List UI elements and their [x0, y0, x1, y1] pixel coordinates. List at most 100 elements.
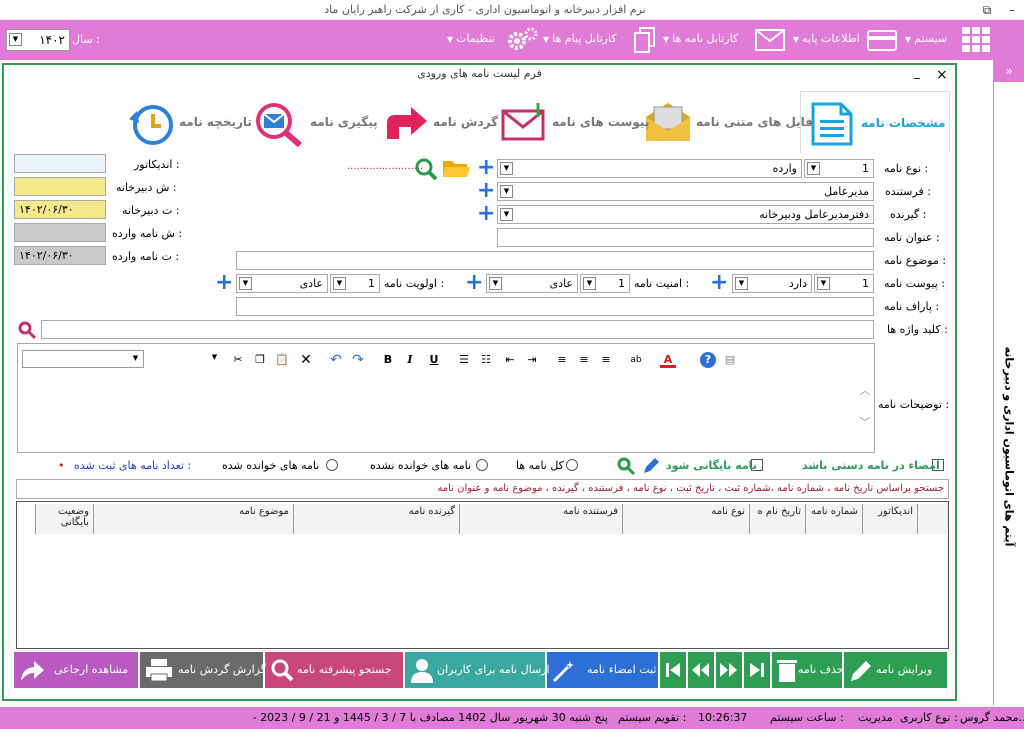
- sidebar-toggle[interactable]: »: [994, 60, 1024, 82]
- add-receiver-button[interactable]: +: [477, 203, 495, 225]
- indicator-input[interactable]: [14, 154, 106, 173]
- copy-doc-icon[interactable]: ❐: [252, 352, 268, 368]
- tab-attachments[interactable]: پیوست های نامه: [500, 95, 650, 151]
- bold-icon[interactable]: B: [380, 352, 396, 368]
- paste-icon[interactable]: 📋: [274, 352, 290, 368]
- priority-code[interactable]: ▼ 1: [330, 274, 380, 293]
- align-right-icon[interactable]: ≡: [598, 352, 614, 368]
- grid-header-letter-date[interactable]: تاریخ نام ه: [749, 504, 805, 534]
- description-editor[interactable]: ▼ ▼ ✂ ❐ 📋 ✕ ↶ ↷ B I U ☰ ☷ ⇤ ⇥ ≡ ≡ ≡ ab A…: [17, 343, 875, 453]
- letter-type-select[interactable]: ▼ وارده: [497, 159, 802, 178]
- outdent-icon[interactable]: ⇥: [524, 352, 540, 368]
- delete-icon[interactable]: ✕: [298, 352, 314, 368]
- tab-text-files[interactable]: فایل های متنی نامه: [644, 95, 813, 151]
- view-referral-button[interactable]: مشاهده ارجاعی: [14, 652, 138, 688]
- secretariat-date-input[interactable]: ۱۴۰۲/۰۶/۳۰: [14, 200, 106, 219]
- printer-icon: [146, 659, 172, 682]
- read-letters-radio[interactable]: [326, 459, 338, 471]
- unread-letters-radio[interactable]: [476, 459, 488, 471]
- next-record-button[interactable]: [716, 652, 742, 688]
- highlight-icon[interactable]: ab: [628, 352, 644, 368]
- align-center-icon[interactable]: ≡: [576, 352, 592, 368]
- secretariat-no-input[interactable]: [14, 177, 106, 196]
- circulation-report-button[interactable]: گزارش گردش نامه: [140, 652, 266, 688]
- tab-circulation[interactable]: گردش نامه: [381, 95, 501, 151]
- grid-menu-icon[interactable]: [960, 26, 992, 54]
- incoming-date-input[interactable]: ۱۴۰۲/۰۶/۳۰: [14, 246, 106, 265]
- status-calendar: پنج شنبه 30 شهریور سال 1402 مصادف با 7 /…: [252, 711, 608, 724]
- grid-header-archive-status[interactable]: وضعیت بایگانی: [35, 504, 93, 534]
- grid-header-receiver[interactable]: گیرنده نامه: [293, 504, 459, 534]
- grid-header-select: [917, 504, 948, 534]
- align-left-icon[interactable]: ≡: [554, 352, 570, 368]
- help-icon[interactable]: ?: [700, 352, 716, 368]
- editor-scrollbar[interactable]: ︿ ﹀: [856, 374, 874, 452]
- sign-letter-button[interactable]: ثبت امضاء نامه: [547, 652, 658, 688]
- form-minimize-button[interactable]: _: [914, 65, 920, 79]
- history-clock-icon: [129, 105, 173, 145]
- title-input[interactable]: [497, 228, 874, 247]
- incoming-no-input[interactable]: [14, 223, 106, 242]
- letter-type-code[interactable]: ▼ 1: [804, 159, 874, 178]
- advanced-search-button[interactable]: جستجو پیشرفته نامه: [265, 652, 403, 688]
- bullet-list-icon[interactable]: ☷: [478, 352, 494, 368]
- numbered-list-icon[interactable]: ☰: [456, 352, 472, 368]
- priority-select[interactable]: ▼ عادی: [236, 274, 328, 293]
- font-color-icon[interactable]: A: [660, 352, 676, 368]
- add-sender-button[interactable]: +: [477, 180, 495, 202]
- edit-pen-icon[interactable]: [641, 456, 661, 476]
- indent-icon[interactable]: ⇤: [502, 352, 518, 368]
- keywords-search-icon[interactable]: [17, 320, 37, 340]
- all-letters-radio[interactable]: [566, 459, 578, 471]
- font-select[interactable]: ▼: [22, 350, 144, 368]
- receiver-select[interactable]: ▼ دفترمدیرعامل ودبیرخانه: [497, 205, 874, 224]
- restore-button[interactable]: ⧉: [975, 1, 999, 19]
- add-priority-button[interactable]: +: [215, 272, 233, 294]
- grid-header-sender[interactable]: فرستنده نامه: [459, 504, 622, 534]
- previous-record-button[interactable]: [688, 652, 714, 688]
- form-close-button[interactable]: ×: [936, 67, 948, 83]
- add-attachment-button[interactable]: +: [710, 272, 728, 294]
- grid-header-letter-type[interactable]: نوع نامه: [622, 504, 749, 534]
- redo-icon[interactable]: ↷: [350, 352, 366, 368]
- last-record-button[interactable]: [744, 652, 770, 688]
- tab-specs[interactable]: مشخصات نامه: [800, 91, 950, 153]
- undo-icon[interactable]: ↶: [328, 352, 344, 368]
- attachment-select[interactable]: ▼ دارد: [732, 274, 812, 293]
- security-select[interactable]: ▼ عادی: [486, 274, 578, 293]
- pencil-icon: [851, 661, 871, 681]
- menu-settings[interactable]: ▼ تنظیمات: [444, 32, 495, 48]
- menu-system[interactable]: ▼ سیستم: [902, 32, 947, 48]
- attachment-code[interactable]: ▼ 1: [814, 274, 874, 293]
- size-select[interactable]: ▼: [146, 350, 221, 368]
- underline-icon[interactable]: U: [426, 352, 442, 368]
- letters-grid[interactable]: اندیکاتور شماره نامه تاریخ نام ه نوع نام…: [16, 501, 949, 649]
- send-to-users-button[interactable]: ارسال نامه برای کاربران: [405, 652, 550, 688]
- grid-search-icon[interactable]: [616, 456, 636, 476]
- grid-header-indicator[interactable]: اندیکاتور: [862, 504, 917, 534]
- minimize-button[interactable]: –: [1000, 1, 1024, 19]
- keywords-input[interactable]: [41, 320, 874, 339]
- subject-input[interactable]: [236, 251, 874, 270]
- paraf-input[interactable]: [236, 297, 874, 316]
- italic-icon[interactable]: I: [402, 352, 418, 368]
- delete-letter-button[interactable]: حذف نامه: [772, 652, 844, 688]
- tab-history[interactable]: تاریخچه نامه: [127, 95, 252, 151]
- source-icon[interactable]: ▤: [722, 352, 738, 368]
- menu-letter-cardex[interactable]: ▼ کارتابل نامه ها: [660, 32, 738, 48]
- security-code[interactable]: ▼ 1: [580, 274, 630, 293]
- add-letter-type-button[interactable]: +: [477, 157, 495, 179]
- menu-message-cardex[interactable]: ▼ کارتابل پیام ها: [540, 32, 617, 48]
- cut-icon[interactable]: ✂: [230, 352, 246, 368]
- first-record-button[interactable]: [660, 652, 686, 688]
- menu-base-info[interactable]: ▼ اطلاعات پایه: [790, 32, 860, 48]
- folder-icon[interactable]: [441, 157, 471, 179]
- sender-select[interactable]: ▼ مدیرعامل: [497, 182, 874, 201]
- year-select[interactable]: ▼ ۱۴۰۲: [6, 29, 70, 51]
- grid-header-subject[interactable]: موضوع نامه: [93, 504, 293, 534]
- grid-header-letter-no[interactable]: شماره نامه: [805, 504, 862, 534]
- tab-followup[interactable]: پیگیری نامه: [254, 95, 379, 151]
- edit-letter-button[interactable]: ویرایش نامه: [844, 652, 947, 688]
- search-hint-input[interactable]: جستجو براساس تاریخ نامه ، شماره نامه ،شم…: [16, 479, 949, 499]
- add-security-button[interactable]: +: [465, 272, 483, 294]
